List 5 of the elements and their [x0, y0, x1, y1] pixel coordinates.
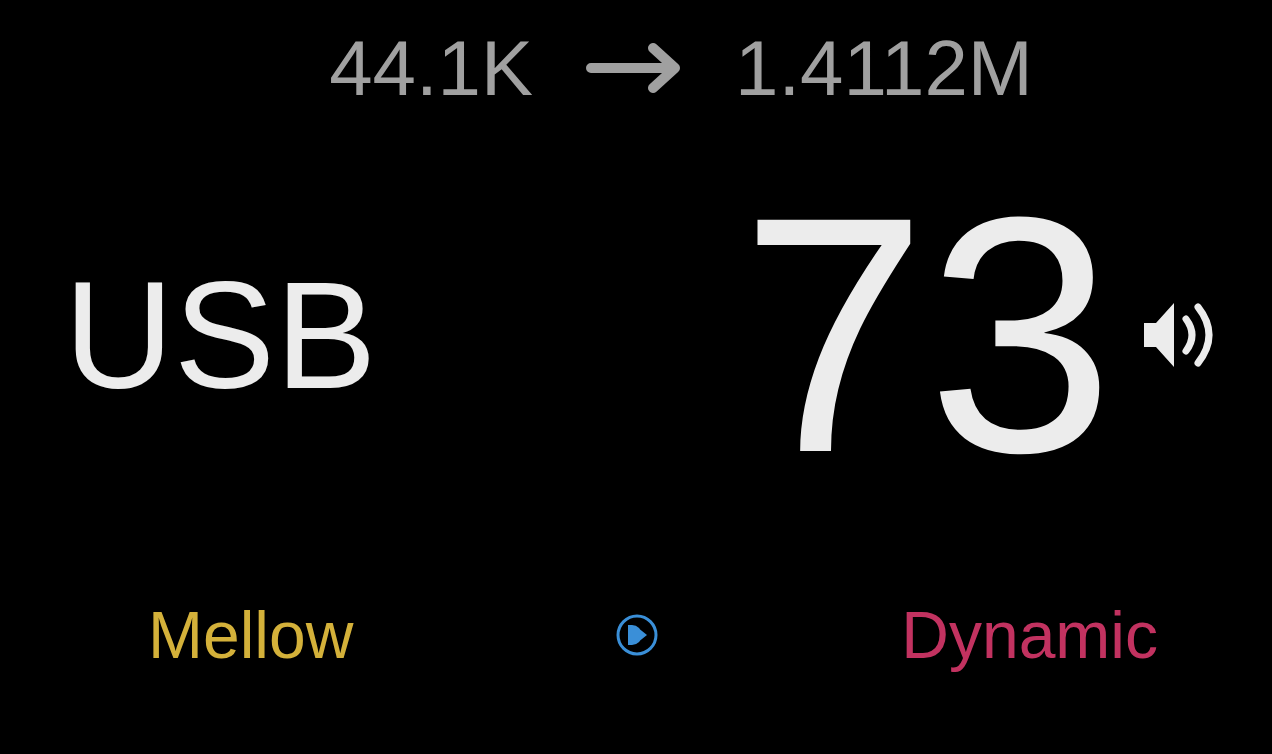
source-label: USB [64, 259, 377, 411]
input-rate: 44.1K [329, 29, 534, 107]
output-rate: 1.4112M [735, 29, 1033, 107]
mode-label: Mellow [148, 602, 354, 668]
volume-value: 73 [740, 167, 1114, 503]
